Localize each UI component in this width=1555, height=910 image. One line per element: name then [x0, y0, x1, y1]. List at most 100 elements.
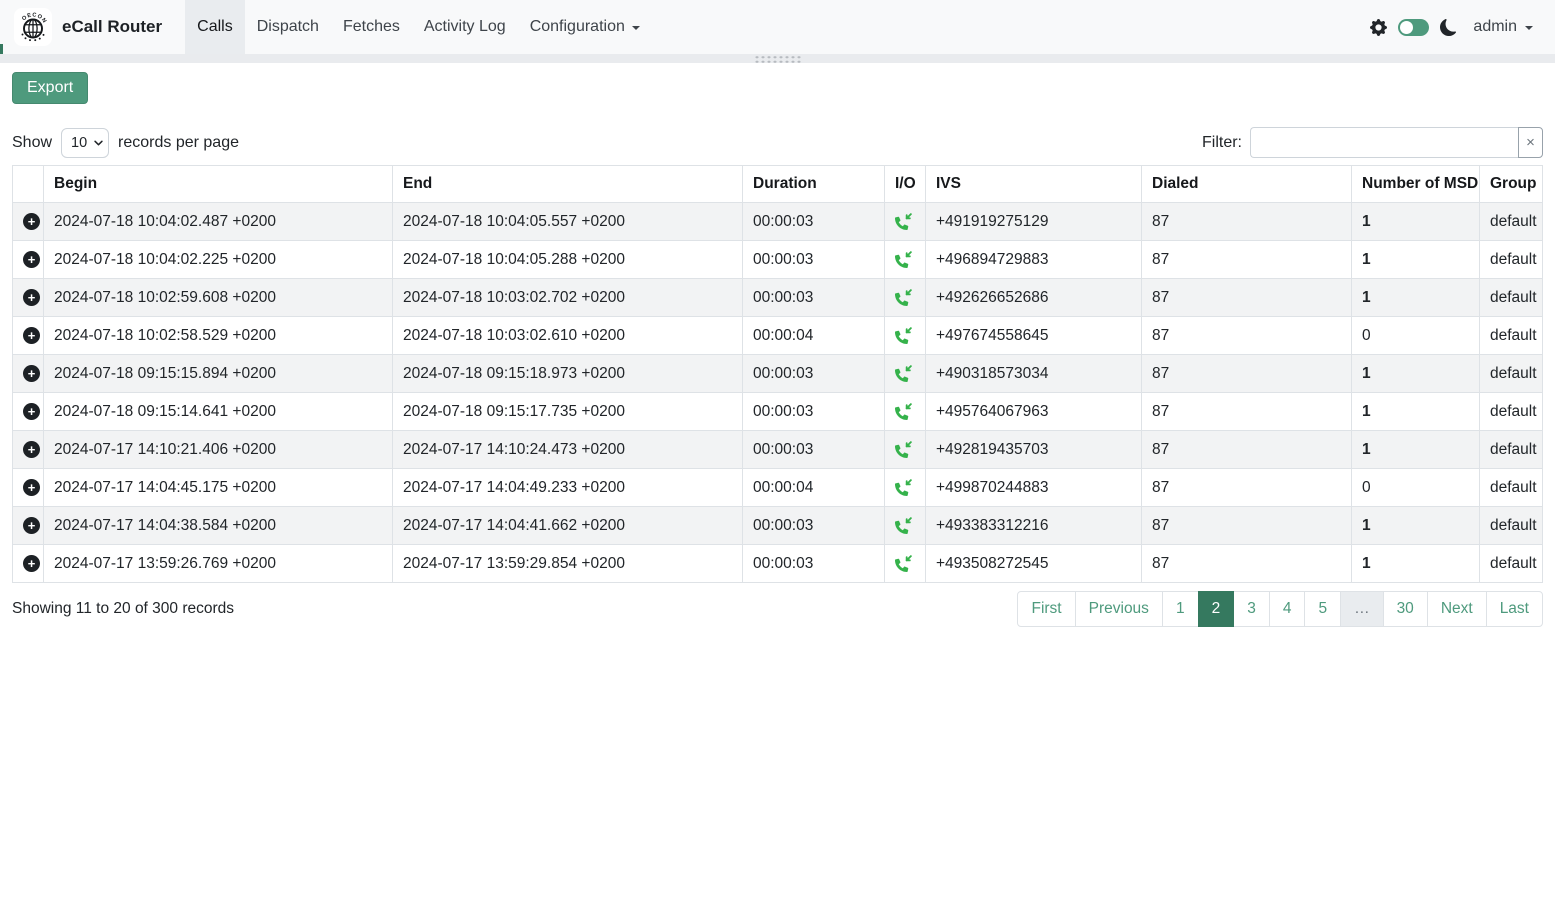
- msd-cell: 1: [1352, 431, 1480, 469]
- begin-cell: 2024-07-18 10:02:58.529 +0200: [44, 317, 393, 355]
- nav-item-calls[interactable]: Calls: [185, 0, 245, 54]
- incoming-call-icon: [895, 479, 912, 496]
- ivs-cell: +491919275129: [926, 203, 1142, 241]
- io-cell: [885, 469, 926, 507]
- end-cell: 2024-07-18 10:04:05.557 +0200: [393, 203, 743, 241]
- end-cell: 2024-07-18 10:04:05.288 +0200: [393, 241, 743, 279]
- gear-icon[interactable]: [1370, 19, 1387, 36]
- begin-cell: 2024-07-18 10:04:02.487 +0200: [44, 203, 393, 241]
- duration-cell: 00:00:03: [743, 393, 885, 431]
- end-cell: 2024-07-18 10:03:02.610 +0200: [393, 317, 743, 355]
- left-edge-accent: [0, 44, 3, 54]
- table-controls: Show 10 records per page Filter: ×: [12, 127, 1543, 158]
- io-cell: [885, 241, 926, 279]
- expand-row-button[interactable]: +: [23, 365, 40, 382]
- table-row: +2024-07-18 10:02:58.529 +02002024-07-18…: [13, 317, 1543, 355]
- expand-row-button[interactable]: +: [23, 251, 40, 268]
- expand-cell: +: [13, 545, 44, 583]
- begin-cell: 2024-07-18 09:15:15.894 +0200: [44, 355, 393, 393]
- ivs-cell: +499870244883: [926, 469, 1142, 507]
- incoming-call-icon: [895, 289, 912, 306]
- column-header-begin: Begin: [44, 166, 393, 203]
- navbar-right: admin: [1370, 0, 1533, 54]
- table-row: +2024-07-18 09:15:15.894 +02002024-07-18…: [13, 355, 1543, 393]
- io-cell: [885, 203, 926, 241]
- filter-input[interactable]: [1250, 127, 1518, 158]
- page-button[interactable]: 3: [1233, 591, 1270, 627]
- expand-row-button[interactable]: +: [23, 517, 40, 534]
- filter-label: Filter:: [1202, 134, 1242, 152]
- column-header-expand: [13, 166, 44, 203]
- incoming-call-icon: [895, 213, 912, 230]
- expand-row-button[interactable]: +: [23, 403, 40, 420]
- export-button[interactable]: Export: [12, 72, 88, 104]
- nav-item-activity-log[interactable]: Activity Log: [412, 0, 518, 54]
- page-button[interactable]: 4: [1269, 591, 1306, 627]
- msd-cell: 1: [1352, 507, 1480, 545]
- dialed-cell: 87: [1142, 317, 1352, 355]
- msd-cell: 0: [1352, 469, 1480, 507]
- duration-cell: 00:00:03: [743, 507, 885, 545]
- incoming-call-icon: [895, 403, 912, 420]
- table-row: +2024-07-17 14:04:38.584 +02002024-07-17…: [13, 507, 1543, 545]
- nav-item-configuration[interactable]: Configuration: [518, 0, 652, 54]
- expand-row-button[interactable]: +: [23, 479, 40, 496]
- expand-row-button[interactable]: +: [23, 289, 40, 306]
- table-row: +2024-07-17 13:59:26.769 +02002024-07-17…: [13, 545, 1543, 583]
- expand-row-button[interactable]: +: [23, 555, 40, 572]
- page-button[interactable]: 2: [1198, 591, 1235, 627]
- table-row: +2024-07-18 09:15:14.641 +02002024-07-18…: [13, 393, 1543, 431]
- expand-row-button[interactable]: +: [23, 441, 40, 458]
- incoming-call-icon: [895, 327, 912, 344]
- column-header-group: Group: [1480, 166, 1543, 203]
- group-cell: default: [1480, 279, 1543, 317]
- msd-cell: 1: [1352, 241, 1480, 279]
- nav-item-calls-label: Calls: [197, 18, 233, 36]
- begin-cell: 2024-07-17 14:10:21.406 +0200: [44, 431, 393, 469]
- incoming-call-icon: [895, 251, 912, 268]
- io-cell: [885, 545, 926, 583]
- begin-cell: 2024-07-18 10:02:59.608 +0200: [44, 279, 393, 317]
- column-header-ivs: IVS: [926, 166, 1142, 203]
- theme-toggle[interactable]: [1398, 19, 1429, 36]
- expand-row-button[interactable]: +: [23, 327, 40, 344]
- globe-logo-icon: OECON: [15, 9, 51, 45]
- dialed-cell: 87: [1142, 431, 1352, 469]
- page-button[interactable]: 1: [1162, 591, 1199, 627]
- dialed-cell: 87: [1142, 355, 1352, 393]
- user-menu[interactable]: admin: [1473, 18, 1533, 36]
- page-button[interactable]: Previous: [1075, 591, 1163, 627]
- dialed-cell: 87: [1142, 279, 1352, 317]
- end-cell: 2024-07-17 13:59:29.854 +0200: [393, 545, 743, 583]
- expand-cell: +: [13, 507, 44, 545]
- msd-cell: 1: [1352, 203, 1480, 241]
- msd-cell: 1: [1352, 355, 1480, 393]
- table-row: +2024-07-17 14:10:21.406 +02002024-07-17…: [13, 431, 1543, 469]
- page-button[interactable]: 30: [1383, 591, 1428, 627]
- drag-handle[interactable]: [754, 55, 802, 63]
- show-label: Show: [12, 134, 52, 152]
- io-cell: [885, 431, 926, 469]
- msd-cell: 1: [1352, 279, 1480, 317]
- clear-filter-button[interactable]: ×: [1518, 127, 1543, 158]
- end-cell: 2024-07-17 14:04:49.233 +0200: [393, 469, 743, 507]
- end-cell: 2024-07-18 09:15:17.735 +0200: [393, 393, 743, 431]
- table-row: +2024-07-18 10:02:59.608 +02002024-07-18…: [13, 279, 1543, 317]
- page-size-control: Show 10 records per page: [12, 128, 239, 158]
- duration-cell: 00:00:03: [743, 355, 885, 393]
- page-button[interactable]: Last: [1486, 591, 1543, 627]
- nav-item-dispatch[interactable]: Dispatch: [245, 0, 331, 54]
- page-button[interactable]: 5: [1304, 591, 1341, 627]
- moon-icon[interactable]: [1440, 19, 1457, 36]
- page-button[interactable]: First: [1017, 591, 1075, 627]
- calls-table-body: +2024-07-18 10:04:02.487 +02002024-07-18…: [13, 203, 1543, 583]
- ivs-cell: +496894729883: [926, 241, 1142, 279]
- page-size-select[interactable]: 10: [61, 128, 109, 158]
- column-header-duration: Duration: [743, 166, 885, 203]
- duration-cell: 00:00:03: [743, 431, 885, 469]
- nav-item-fetches[interactable]: Fetches: [331, 0, 412, 54]
- expand-row-button[interactable]: +: [23, 213, 40, 230]
- brand[interactable]: OECON eCall Router: [14, 0, 162, 54]
- table-row: +2024-07-17 14:04:45.175 +02002024-07-17…: [13, 469, 1543, 507]
- page-button[interactable]: Next: [1427, 591, 1487, 627]
